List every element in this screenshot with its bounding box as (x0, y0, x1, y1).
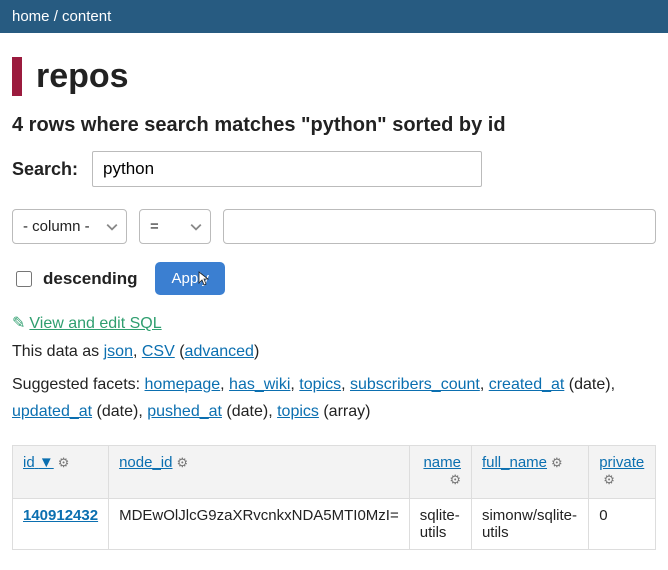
breadcrumb-sep: / (54, 8, 62, 25)
col-full-name[interactable]: full_name⚙ (471, 446, 588, 499)
descending-checkbox[interactable] (16, 271, 32, 287)
search-label: Search: (12, 159, 78, 180)
search-input[interactable] (92, 151, 482, 187)
facet-subscribers-count[interactable]: subscribers_count (350, 376, 480, 393)
page-subtitle: 4 rows where search matches "python" sor… (12, 114, 656, 137)
format-csv-link[interactable]: CSV (142, 343, 175, 360)
cell-name: sqlite-utils (409, 499, 471, 550)
gear-icon[interactable]: ⚙ (603, 472, 615, 488)
facet-has-wiki[interactable]: has_wiki (229, 376, 290, 393)
facet-topics-array[interactable]: topics (277, 403, 319, 420)
cell-full-name: simonw/sqlite-utils (471, 499, 588, 550)
cell-private: 0 (589, 499, 656, 550)
results-table: id ▼⚙ node_id⚙ name⚙ full_name⚙ private⚙… (12, 445, 656, 550)
filter-op-select[interactable]: = (139, 209, 211, 244)
gear-icon[interactable]: ⚙ (551, 455, 563, 471)
facet-created-at[interactable]: created_at (489, 376, 565, 393)
filter-op-value: = (150, 218, 159, 235)
filter-column-value: - column - (23, 218, 90, 235)
sort-desc-icon: ▼ (39, 454, 54, 471)
filter-value-input[interactable] (223, 209, 656, 244)
page-title: repos (12, 57, 656, 96)
gear-icon[interactable]: ⚙ (449, 472, 461, 488)
format-advanced-link[interactable]: advanced (185, 343, 254, 360)
view-sql-link[interactable]: View and edit SQL (29, 315, 161, 332)
breadcrumb-home[interactable]: home (12, 8, 50, 25)
descending-label[interactable]: descending (12, 268, 137, 290)
col-node-id[interactable]: node_id⚙ (109, 446, 410, 499)
cell-node-id: MDEwOlJlcG9zaXRvcnkxNDA5MTI0MzI= (109, 499, 410, 550)
row-id-link[interactable]: 140912432 (23, 507, 98, 524)
col-id[interactable]: id ▼⚙ (13, 446, 109, 499)
formats-line: This data as json, CSV (advanced) (12, 343, 656, 361)
chevron-down-icon (190, 218, 202, 235)
facet-updated-at[interactable]: updated_at (12, 403, 92, 420)
facet-homepage[interactable]: homepage (145, 376, 221, 393)
table-row: 140912432 MDEwOlJlcG9zaXRvcnkxNDA5MTI0Mz… (13, 499, 656, 550)
pencil-icon: ✎ (12, 315, 25, 332)
gear-icon[interactable]: ⚙ (176, 455, 188, 471)
filter-column-select[interactable]: - column - (12, 209, 127, 244)
facet-pushed-at[interactable]: pushed_at (147, 403, 222, 420)
chevron-down-icon (106, 218, 118, 235)
apply-button[interactable]: Apply (155, 262, 225, 295)
format-json-link[interactable]: json (104, 343, 133, 360)
table-header-row: id ▼⚙ node_id⚙ name⚙ full_name⚙ private⚙ (13, 446, 656, 499)
col-private[interactable]: private⚙ (589, 446, 656, 499)
facet-topics[interactable]: topics (299, 376, 341, 393)
breadcrumb-content[interactable]: content (62, 8, 111, 25)
breadcrumb-bar: home / content (0, 0, 668, 33)
suggested-facets: Suggested facets: homepage, has_wiki, to… (12, 371, 656, 425)
gear-icon[interactable]: ⚙ (58, 455, 70, 471)
col-name[interactable]: name⚙ (409, 446, 471, 499)
